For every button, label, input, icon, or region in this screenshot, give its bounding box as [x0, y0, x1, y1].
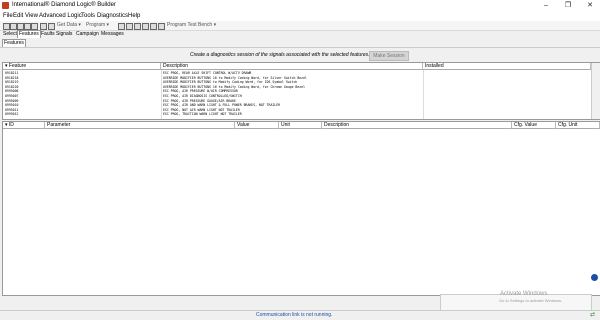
feature-cell: 0995010 — [5, 103, 19, 108]
tab-features[interactable]: Features — [17, 30, 41, 38]
feature-cell: 0995007 — [5, 94, 19, 98]
description-cell: ESC PROG, AIR AND WARN LIGHT & FULL POWE… — [163, 103, 281, 108]
divider — [0, 47, 600, 48]
description-cell: ESC PROG, TRACTION WARN LIGHT NOT TRAILE… — [163, 112, 242, 117]
program-test-bench-dropdown[interactable]: Program Test Bench ▾ — [167, 22, 216, 28]
disconnect-icon[interactable] — [134, 23, 141, 30]
get-data-dropdown[interactable]: Get Data ▾ — [57, 22, 81, 28]
table-row[interactable]: 0995007 ESC PROG, AIR DIAGNOSIS CONTROLLE… — [3, 94, 589, 98]
open-icon[interactable] — [10, 23, 17, 30]
activate-windows-title: Activate Windows — [500, 291, 548, 297]
new-icon[interactable] — [3, 23, 10, 30]
tab-signals[interactable]: Signals — [55, 31, 73, 37]
vertical-scrollbar[interactable] — [591, 63, 600, 119]
make-session-button[interactable]: Make Session — [369, 51, 409, 61]
table-row[interactable]: 0918220 OVERRIDE MODIFIER BUTTONS 16 to M… — [3, 85, 589, 89]
lock-icon[interactable] — [40, 23, 47, 30]
tab-campaign[interactable]: Campaign — [75, 31, 100, 37]
description-cell: OVERRIDE MODIFIER BUTTONS 16 to Modify C… — [163, 84, 306, 89]
description-cell: ESC PROG, AIR PRESSURE GAUGE/AIR BRAKE — [163, 98, 236, 103]
table-row[interactable]: 0918218 OVERRIDE MODIFIER BUTTONS 16 to M… — [3, 76, 589, 80]
window-title: International® Diamond Logic® Builder — [12, 2, 116, 8]
menu-help[interactable]: Help — [128, 13, 140, 19]
menu-edit[interactable]: Edit — [13, 13, 23, 19]
menu-view[interactable]: View — [25, 13, 38, 19]
tab-messages[interactable]: Messages — [100, 31, 125, 37]
tab-select[interactable]: Select — [2, 31, 18, 37]
connection-status-icon: ⇄ — [590, 312, 596, 318]
refresh-icon[interactable] — [31, 23, 38, 30]
description-cell: OVERRIDE MODIFIER BUTTONS 16 to Modify C… — [163, 75, 307, 80]
parameters-grid: ▾ ID Parameter Value Unit Description Cf… — [2, 121, 600, 296]
menu-tools[interactable]: Tools — [81, 13, 95, 19]
connect-icon[interactable] — [126, 23, 133, 30]
table-row[interactable]: 0918211 ESC PROG, REAR AXLE SHIFT CONTROL… — [3, 71, 589, 75]
feature-cell: 0918218 — [5, 75, 19, 80]
maximize-button[interactable]: ❐ — [558, 0, 578, 12]
column-header-feature[interactable]: ▾ Feature — [3, 63, 161, 70]
device-icon[interactable] — [118, 23, 125, 30]
table-row[interactable]: 0995012 ESC PROG, TRACTION WARN LIGHT NOT… — [3, 112, 589, 116]
menu-file[interactable]: File — [3, 13, 13, 19]
tab-faults[interactable]: Faults — [40, 31, 56, 37]
program-dropdown[interactable]: Program ▾ — [86, 22, 109, 28]
chain-icon[interactable] — [150, 23, 157, 30]
feature-cell: 0995009 — [5, 98, 19, 103]
description-cell: ESC PROG, AIR PRESSURE W/AIR COMPRESSOR — [163, 89, 238, 94]
menu-diagnostics[interactable]: Diagnostics — [97, 13, 128, 19]
description-cell: ESC PROG, REAR AXLE SHIFT CONTROL W/ACTV… — [163, 71, 252, 75]
link-icon[interactable] — [142, 23, 149, 30]
column-header-cfg-value[interactable]: Cfg. Value — [512, 122, 556, 129]
column-header-id[interactable]: ▾ ID — [3, 122, 45, 129]
column-header-value[interactable]: Value — [235, 122, 279, 129]
column-header-cfg-unit[interactable]: Cfg. Unit — [556, 122, 600, 129]
undo-icon[interactable] — [48, 23, 55, 30]
features-grid: ▾ Feature Description Installed 0918211 E… — [2, 62, 600, 120]
table-row[interactable]: 0995010 ESC PROG, AIR AND WARN LIGHT & FU… — [3, 103, 589, 107]
app-logo-icon — [2, 2, 9, 9]
close-button[interactable]: ✕ — [580, 0, 600, 12]
description-cell: ESC PROG, AIR DIAGNOSIS CONTROLLED/SWITC… — [163, 94, 242, 98]
feature-cell: 0995006 — [5, 89, 19, 94]
menu-advanced-logic[interactable]: Advanced Logic — [39, 13, 82, 19]
description-cell: ESC PROG, NOT AIR WARN LIGHT NOT TRAILER — [163, 107, 240, 112]
settings-icon[interactable] — [158, 23, 165, 30]
column-header-installed[interactable]: Installed — [423, 63, 591, 70]
column-header-description[interactable]: Description — [322, 122, 512, 129]
feature-cell: 0995011 — [5, 107, 19, 112]
print-icon[interactable] — [24, 23, 31, 30]
table-row[interactable]: 0995009 ESC PROG, AIR PRESSURE GAUGE/AIR … — [3, 99, 589, 103]
instruction-text: Create a diagnostics session of the sign… — [190, 52, 370, 58]
column-header-unit[interactable]: Unit — [279, 122, 322, 129]
feature-cell: 0918211 — [5, 71, 19, 75]
status-text: Communication link is not running. — [256, 312, 333, 318]
table-row[interactable]: 0918219 OVERRIDE MODIFIER BUTTONS to Modi… — [3, 80, 589, 84]
feature-cell: 0918219 — [5, 80, 19, 85]
save-icon[interactable] — [17, 23, 24, 30]
description-cell: OVERRIDE MODIFIER BUTTONS to Modify Codi… — [163, 80, 298, 85]
column-header-description[interactable]: Description — [161, 63, 423, 70]
help-icon[interactable] — [591, 274, 598, 281]
column-header-parameter[interactable]: Parameter — [45, 122, 235, 129]
minimize-button[interactable]: – — [536, 0, 556, 12]
table-row[interactable]: 0995006 ESC PROG, AIR PRESSURE W/AIR COMP… — [3, 89, 589, 93]
feature-cell: 0995012 — [5, 112, 19, 117]
feature-cell: 0918220 — [5, 84, 19, 89]
table-row[interactable]: 0995011 ESC PROG, NOT AIR WARN LIGHT NOT … — [3, 108, 589, 112]
activate-windows-subtitle: Go to Settings to activate Windows. — [499, 298, 563, 303]
